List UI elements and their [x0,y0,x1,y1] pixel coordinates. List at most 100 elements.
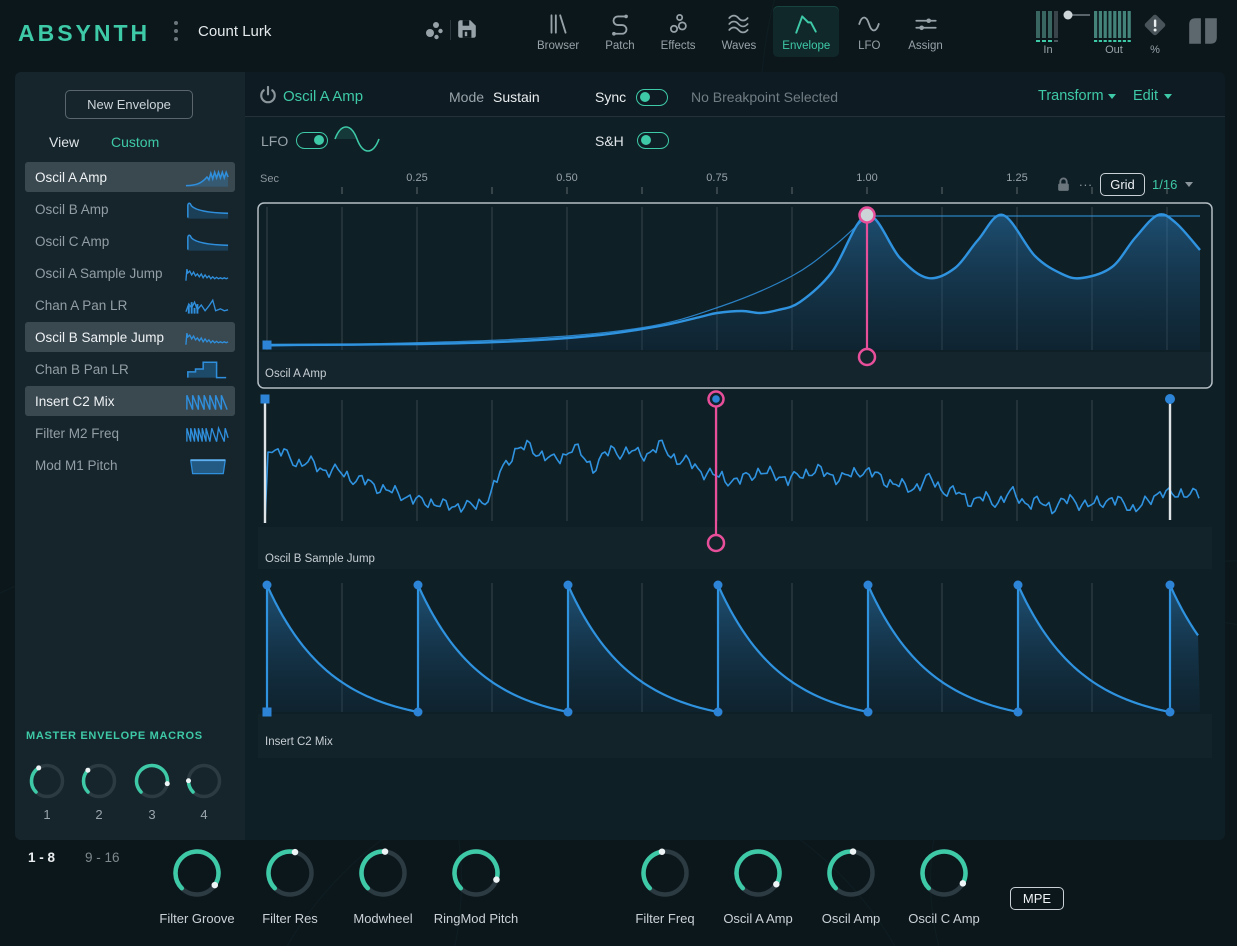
bank-knob-filter-groove[interactable] [171,847,223,899]
breakpoint-handle[interactable] [864,581,873,590]
macro-knob-3[interactable] [133,762,171,800]
bank-knob-oscil-a-amp[interactable] [732,847,784,899]
bank-knob-oscil-amp[interactable] [825,847,877,899]
envelope-thumbnail-spiky-icon [184,294,230,316]
waves-icon [726,11,752,37]
nav-tab-label: LFO [858,40,880,52]
macro-knob-label: 3 [137,807,167,822]
envelope-list-item[interactable]: Chan B Pan LR [25,354,235,384]
envelope-thumbnail-step-icon [184,358,230,380]
macros-title: MASTER ENVELOPE MACROS [26,730,203,742]
bank-knob-modwheel[interactable] [357,847,409,899]
lane-label: Insert C2 Mix [265,736,333,748]
nav-tab-browser[interactable]: Browser [528,6,588,57]
bank-knob-filter-freq[interactable] [639,847,691,899]
envelope-item-label: Oscil B Amp [25,202,184,217]
breakpoint-handle[interactable] [261,395,270,404]
nav-tab-label: Waves [722,40,757,52]
in-meter [1036,11,1060,42]
macro-knob-1[interactable] [28,762,66,800]
save-icon[interactable] [456,18,478,40]
macro-knob-label: 1 [32,807,62,822]
divider [450,20,451,40]
breakpoint-handle[interactable] [414,708,423,717]
bank-knob-filter-res[interactable] [264,847,316,899]
breakpoint-handle[interactable] [263,341,272,350]
envelope-lanes-canvas[interactable] [245,72,1225,840]
breakpoint-handle[interactable] [1165,394,1175,404]
lfo-icon [856,11,882,37]
ruler-tick-label: 1.00 [845,172,889,184]
breakpoint-handle[interactable] [714,708,723,717]
out-meter-label: Out [1094,44,1134,56]
nav-tab-effects[interactable]: Effects [652,6,705,57]
sidebar-tab-view[interactable]: View [49,134,79,150]
envelope-item-label: Insert C2 Mix [25,394,184,409]
envelope-list-item[interactable]: Oscil A Amp [25,162,235,192]
ruler-tick-label: 0.50 [545,172,589,184]
new-envelope-button[interactable]: New Envelope [65,90,193,119]
nav-tab-waves[interactable]: Waves [713,6,766,57]
nav-tab-patch[interactable]: Patch [596,6,643,57]
main-nav: Browser PatchEffects Waves Envelope LFO Assig… [528,6,952,57]
envelope-list-item[interactable]: Mod M1 Pitch [25,450,235,480]
nav-tab-assign[interactable]: Assign [899,6,952,57]
breakpoint-handle[interactable] [864,708,873,717]
envelope-thumbnail-noise-icon [184,262,230,284]
macro-knob-4[interactable] [185,762,223,800]
breakpoint-handle[interactable] [1166,581,1175,590]
macro-page-9-16[interactable]: 9 - 16 [85,850,120,865]
nav-tab-label: Browser [537,40,579,52]
cpu-warning-icon [1142,12,1168,38]
nav-tab-lfo[interactable]: LFO [847,6,891,57]
nav-tab-label: Assign [908,40,943,52]
envelope-thumbnail-saw-narrow-icon [184,422,230,444]
envelope-list-item[interactable]: Insert C2 Mix [25,386,235,416]
sidebar-tab-custom[interactable]: Custom [111,134,159,150]
absynth-logo: ABSYNTH [18,20,150,47]
breakpoint-handle[interactable] [564,581,573,590]
in-meter-label: In [1036,44,1060,56]
breakpoint-handle[interactable] [1014,708,1023,717]
breakpoint-handle[interactable] [564,708,573,717]
envelope-item-label: Oscil B Sample Jump [25,330,184,345]
lane-label: Oscil B Sample Jump [265,553,375,565]
envelope-item-label: Oscil A Sample Jump [25,266,184,281]
breakpoint-handle[interactable] [414,581,423,590]
macro-page-1-8[interactable]: 1 - 8 [28,850,55,865]
envelope-list-item[interactable]: Filter M2 Freq [25,418,235,448]
envelope-item-label: Mod M1 Pitch [25,458,184,473]
bank-knob-label: Oscil C Amp [879,911,1009,926]
kebab-menu-icon[interactable] [170,18,182,48]
mpe-button[interactable]: MPE [1010,887,1064,910]
out-meter [1094,11,1134,42]
nav-tab-envelope[interactable]: Envelope [773,6,839,57]
mutate-icon[interactable] [422,18,446,42]
preset-name[interactable]: Count Lurk [198,23,271,40]
envelope-list-item[interactable]: Oscil B Sample Jump [25,322,235,352]
ni-logo [1186,14,1220,48]
envelope-list-item[interactable]: Oscil C Amp [25,226,235,256]
macro-knob-2[interactable] [80,762,118,800]
envelope-item-label: Chan B Pan LR [25,362,184,377]
envelope-list-item[interactable]: Chan A Pan LR [25,290,235,320]
envelope-list-item[interactable]: Oscil B Amp [25,194,235,224]
envelope-thumbnail-decay-icon [184,198,230,220]
absynth-window: ABSYNTH Count Lurk Browser PatchEffects Wa… [0,0,1237,946]
envelope-item-label: Chan A Pan LR [25,298,184,313]
envelope-thumbnail-saw-dense-icon [184,390,230,412]
bank-knob-oscil-c-amp[interactable] [918,847,970,899]
envelope-item-label: Oscil A Amp [25,170,184,185]
envelope-list-item[interactable]: Oscil A Sample Jump [25,258,235,288]
browser-icon [545,11,571,37]
output-gain-slider[interactable] [1062,8,1092,22]
bank-knob-label: RingMod Pitch [411,911,541,926]
breakpoint-handle[interactable] [1166,708,1175,717]
bank-knob-ringmod-pitch[interactable] [450,847,502,899]
lane-label: Oscil A Amp [265,368,326,380]
breakpoint-handle[interactable] [1014,581,1023,590]
breakpoint-handle[interactable] [263,708,272,717]
breakpoint-handle[interactable] [263,581,272,590]
envelope-thumbnail-block-icon [184,454,230,476]
breakpoint-handle[interactable] [714,581,723,590]
